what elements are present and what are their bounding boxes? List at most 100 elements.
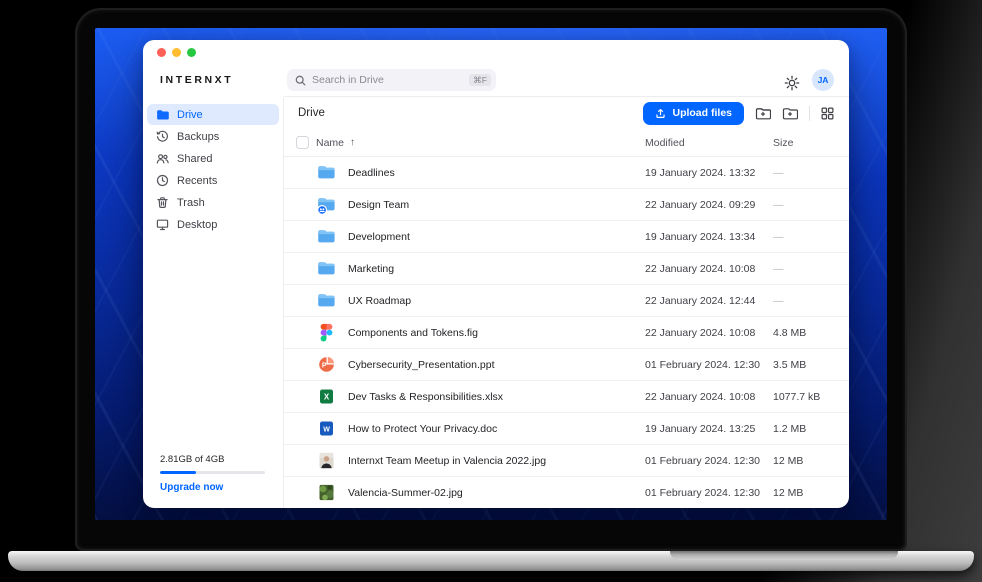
file-name: Development [348,231,645,243]
table-row[interactable]: W How to Protect Your Privacy.doc19 Janua… [284,413,849,445]
upload-folder-icon[interactable] [755,106,771,121]
grid-view-icon[interactable] [821,107,834,120]
content-area: Drive Upload files [284,97,849,508]
column-header-name[interactable]: Name ↑ [316,137,645,149]
breadcrumb-title: Drive [298,107,325,119]
file-modified: 01 February 2024. 12:30 [645,455,773,467]
file-name: Design Team [348,199,645,211]
file-modified: 22 January 2024. 12:44 [645,295,773,307]
sidebar-item-label: Backups [177,131,219,143]
backup-clock-icon [156,130,169,143]
folder-icon [316,290,348,311]
table-row[interactable]: Internxt Team Meetup in Valencia 2022.jp… [284,445,849,477]
file-name: Components and Tokens.fig [348,327,645,339]
file-size: 1.2 MB [773,423,837,435]
sidebar-item-recents[interactable]: Recents [147,170,279,191]
file-table-body: Deadlines19 January 2024. 13:32—Design T… [284,157,849,508]
laptop-screen: INTERNXT ⌘F JA [75,8,907,551]
search-input[interactable] [312,74,463,86]
file-modified: 01 February 2024. 12:30 [645,359,773,371]
content-header: Drive Upload files [284,97,849,129]
upload-files-button[interactable]: Upload files [643,102,744,125]
file-size: 12 MB [773,455,837,467]
sidebar-item-label: Desktop [177,219,217,231]
table-row[interactable]: Development19 January 2024. 13:34— [284,221,849,253]
figma-icon [316,322,348,343]
upload-files-label: Upload files [672,107,732,119]
sidebar-item-desktop[interactable]: Desktop [147,214,279,235]
column-header-size[interactable]: Size [773,137,837,149]
storage-widget: 2.81GB of 4GB Upgrade now [160,454,265,493]
column-header-modified[interactable]: Modified [645,137,773,149]
clock-icon [156,174,169,187]
file-modified: 19 January 2024. 13:32 [645,167,773,179]
user-avatar[interactable]: JA [812,69,834,91]
file-size: 12 MB [773,487,837,499]
word-icon: W [316,418,348,439]
folder-icon [316,226,348,247]
svg-text:W: W [323,426,330,433]
table-row[interactable]: Marketing22 January 2024. 10:08— [284,253,849,285]
folder-shared-icon [316,194,348,215]
folder-icon [316,258,348,279]
excel-icon: X [316,386,348,407]
file-modified: 19 January 2024. 13:34 [645,231,773,243]
sidebar-item-shared[interactable]: Shared [147,148,279,169]
sort-arrow-icon: ↑ [350,137,355,148]
file-size: — [773,295,837,307]
close-window-button[interactable] [157,48,166,57]
traffic-lights [157,48,196,57]
storage-progress-fill [160,471,196,474]
file-table: Name ↑ Modified Size Deadlines19 January… [284,129,849,508]
internxt-logo: INTERNXT [160,74,233,86]
trash-icon [156,196,169,209]
file-name: Marketing [348,263,645,275]
create-folder-icon[interactable] [782,106,798,121]
page-background: INTERNXT ⌘F JA [0,0,982,582]
table-row[interactable]: Design Team22 January 2024. 09:29— [284,189,849,221]
table-row[interactable]: Components and Tokens.fig22 January 2024… [284,317,849,349]
table-row[interactable]: PCybersecurity_Presentation.ppt01 Februa… [284,349,849,381]
upload-icon [655,108,666,119]
sidebar-item-label: Recents [177,175,217,187]
file-modified: 19 January 2024. 13:25 [645,423,773,435]
photo-nature-icon [316,482,348,503]
svg-text:P: P [322,363,327,370]
file-size: 3.5 MB [773,359,837,371]
settings-gear-icon[interactable] [784,75,800,91]
storage-usage-text: 2.81GB of 4GB [160,454,265,465]
storage-progress-track [160,471,265,474]
file-modified: 22 January 2024. 10:08 [645,391,773,403]
minimize-window-button[interactable] [172,48,181,57]
file-name: Internxt Team Meetup in Valencia 2022.jp… [348,455,645,467]
sidebar-item-label: Trash [177,197,205,209]
sidebar-item-trash[interactable]: Trash [147,192,279,213]
toolbar-actions: Upload files [643,102,834,125]
sidebar-item-label: Shared [177,153,212,165]
select-all-checkbox[interactable] [296,136,309,149]
file-name: How to Protect Your Privacy.doc [348,423,645,435]
laptop-base [8,551,974,571]
search-bar[interactable]: ⌘F [287,69,496,91]
file-modified: 01 February 2024. 12:30 [645,487,773,499]
zoom-window-button[interactable] [187,48,196,57]
file-name: UX Roadmap [348,295,645,307]
table-row[interactable]: XDev Tasks & Responsibilities.xlsx22 Jan… [284,381,849,413]
app-window: INTERNXT ⌘F JA [143,40,849,508]
sidebar-item-backups[interactable]: Backups [147,126,279,147]
toolbar-divider [809,106,810,121]
file-size: 4.8 MB [773,327,837,339]
svg-text:X: X [324,393,330,402]
folder-icon [156,108,169,121]
table-row[interactable]: Deadlines19 January 2024. 13:32— [284,157,849,189]
file-size: — [773,231,837,243]
upgrade-now-link[interactable]: Upgrade now [160,482,265,493]
window-brand-zone: INTERNXT [143,40,284,97]
folder-icon [316,162,348,183]
sidebar-item-drive[interactable]: Drive [147,104,279,125]
base-groove [670,551,898,560]
table-row[interactable]: Valencia-Summer-02.jpg01 February 2024. … [284,477,849,508]
table-row[interactable]: UX Roadmap22 January 2024. 12:44— [284,285,849,317]
file-size: — [773,263,837,275]
sidebar-nav: Drive Backups Shared Recents [143,104,283,235]
